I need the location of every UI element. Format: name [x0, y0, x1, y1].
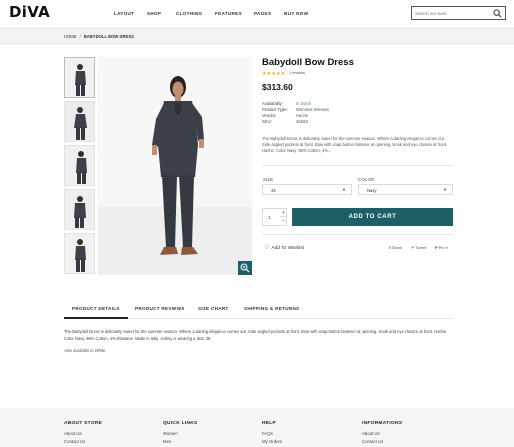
nav-item-pages[interactable]: PAGES [254, 11, 271, 16]
quantity-increase-button[interactable]: + [280, 209, 287, 217]
size-value: 44 [271, 188, 276, 193]
quantity-decrease-button[interactable]: − [280, 217, 287, 225]
chevron-down-icon: ▼ [443, 187, 447, 192]
site-footer: ABOUT STORE About Us Contact Us QUICK LI… [0, 408, 514, 447]
meta-sku: 4556S [296, 119, 309, 124]
chevron-down-icon: ▼ [342, 187, 346, 192]
footer-link[interactable]: Contact Us [362, 439, 383, 444]
footer-link[interactable]: Contact Us [64, 439, 85, 444]
thumbnail-5[interactable] [64, 233, 95, 274]
footer-link[interactable]: My Orders [262, 439, 282, 444]
footer-heading: QUICK LINKS [163, 421, 198, 426]
zoom-in-icon [240, 263, 250, 273]
tab-shipping-returns[interactable]: SHIPPING & RETURNS [244, 306, 299, 311]
thumbnail-2[interactable] [64, 101, 95, 142]
breadcrumb-bar: HOME / BABYDOLL BOW DRESS [0, 27, 514, 45]
nav-item-buy-now[interactable]: BUY NOW [284, 11, 308, 16]
wishlist-link[interactable]: ♡ Add To Wishlist [264, 244, 304, 251]
color-select[interactable]: Navy ▼ [358, 184, 453, 195]
quantity-input[interactable]: 1 [268, 215, 270, 220]
footer-link[interactable]: FAQs [262, 431, 273, 436]
thumbnail-1[interactable] [64, 57, 95, 98]
quantity-stepper: 1 + − [262, 208, 287, 226]
search-box [411, 6, 506, 20]
active-tab-indicator [64, 317, 128, 319]
tweet-label: Tweet [415, 245, 427, 250]
search-input[interactable] [415, 8, 493, 18]
share-pinterest[interactable]: PPin it [435, 245, 448, 250]
nav-item-layout[interactable]: LAYOUT [114, 11, 134, 16]
breadcrumb-current: BABYDOLL BOW DRESS [83, 34, 134, 39]
twitter-icon: ✦ [411, 245, 415, 250]
footer-heading: ABOUT STORE [64, 421, 103, 426]
divider [262, 234, 453, 235]
tab-content: The Babydoll Dress is delicately sweet f… [64, 328, 456, 343]
nav-item-clothing[interactable]: CLOTHING [176, 11, 202, 16]
color-label: COLOR [358, 177, 375, 182]
size-select[interactable]: 44 ▼ [262, 184, 352, 195]
pinterest-icon: P [435, 245, 438, 250]
tab-product-details[interactable]: PRODUCT DETAILS [72, 306, 120, 311]
product-title: Babydoll Bow Dress [262, 57, 354, 68]
share-twitter[interactable]: ✦Tweet [411, 245, 426, 250]
site-header: DiVA LAYOUT SHOP CLOTHING FEATURES PAGES… [0, 0, 514, 27]
also-available: Also available in White. [64, 348, 107, 353]
share-facebook[interactable]: fShare [389, 245, 402, 250]
zoom-button[interactable] [238, 261, 252, 275]
size-label: SIZE [263, 177, 274, 182]
tab-content-text: The Babydoll Dress is delicately sweet f… [64, 329, 448, 342]
tab-content-note: Ashley is wearing a Size 38. [159, 336, 212, 342]
footer-link[interactable]: About Us [64, 431, 82, 436]
rating-stars: ★★★★★ [262, 71, 286, 77]
product-description: The Babydoll Dress is delicately sweet f… [262, 136, 448, 153]
logo-text: DiVA [9, 3, 50, 21]
share-label: Share [391, 245, 403, 250]
add-to-cart-button[interactable]: ADD TO CART [292, 208, 453, 226]
meta-key: SKU: [262, 119, 272, 124]
search-icon[interactable] [493, 9, 502, 18]
footer-link[interactable]: About Us [362, 431, 380, 436]
color-value: Navy [367, 188, 377, 193]
heart-icon: ♡ [264, 245, 270, 251]
tab-size-chart[interactable]: SIZE CHART [198, 306, 229, 311]
product-main-image[interactable] [98, 57, 252, 275]
breadcrumb-separator: / [79, 34, 81, 39]
thumbnail-3[interactable] [64, 145, 95, 186]
footer-heading: HELP [262, 421, 276, 426]
breadcrumb: HOME / BABYDOLL BOW DRESS [64, 34, 134, 39]
breadcrumb-home[interactable]: HOME [64, 34, 77, 39]
footer-heading: INFORMATIONS [362, 421, 403, 426]
wishlist-label: Add To Wishlist [271, 246, 305, 251]
footer-link[interactable]: Women [163, 431, 178, 436]
divider [262, 165, 453, 166]
footer-link[interactable]: Men [163, 439, 171, 444]
tab-product-reviews[interactable]: PRODUCT REVIEWS [135, 306, 185, 311]
thumbnail-4[interactable] [64, 189, 95, 230]
pin-label: Pin it [438, 245, 448, 250]
product-price: $313.60 [262, 82, 293, 92]
nav-item-features[interactable]: FEATURES [215, 11, 242, 16]
site-logo[interactable]: DiVA [9, 3, 50, 21]
review-count[interactable]: 1 reviews [289, 71, 305, 75]
nav-item-shop[interactable]: SHOP [147, 11, 161, 16]
